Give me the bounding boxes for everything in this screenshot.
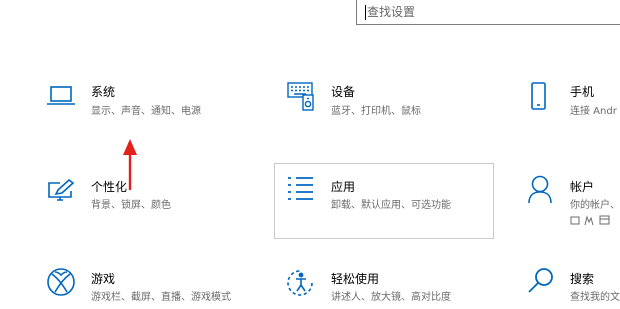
tile-apps[interactable]: 应用 卸载、默认应用、可选功能 — [274, 163, 494, 239]
account-icon — [527, 175, 553, 209]
ease-of-access-icon — [286, 268, 316, 302]
tile-description: 连接 Andr — [570, 106, 617, 117]
tile-description: 你的帐户、 — [570, 200, 620, 211]
tile-title: 系统 — [91, 85, 116, 99]
laptop-icon — [46, 84, 76, 112]
annotation-arrow — [118, 138, 142, 198]
search-icon — [526, 266, 556, 300]
tile-description: 卸载、默认应用、可选功能 — [331, 200, 451, 211]
tile-description: 讲述人、放大镜、高对比度 — [331, 292, 451, 303]
tile-accounts[interactable]: 帐户 你的帐户、 — [514, 168, 620, 228]
search-input[interactable] — [367, 2, 607, 22]
personalization-icon — [46, 178, 76, 209]
apps-list-icon — [287, 176, 315, 206]
tile-description: 查找我的文 — [570, 292, 620, 303]
tile-extra-icons — [570, 211, 620, 230]
tile-description: 游戏栏、截屏、直播、游戏模式 — [91, 292, 231, 303]
tile-title: 搜索 — [570, 272, 595, 286]
devices-icon — [286, 81, 316, 115]
text-caret — [365, 5, 366, 20]
tile-ease-of-access[interactable]: 轻松使用 讲述人、放大镜、高对比度 — [272, 263, 494, 309]
tile-search[interactable]: 搜索 查找我的文 — [514, 263, 620, 309]
tile-description: 背景、锁屏、颜色 — [91, 200, 171, 211]
tile-phone[interactable]: 手机 连接 Andr — [514, 72, 620, 132]
tile-title: 手机 — [570, 85, 595, 99]
tile-title: 游戏 — [91, 272, 116, 286]
tile-title: 帐户 — [570, 180, 595, 194]
tile-system[interactable]: 系统 显示、声音、通知、电源 — [30, 72, 250, 132]
search-box[interactable] — [356, 0, 620, 25]
tile-title: 应用 — [331, 180, 356, 194]
phone-icon — [530, 81, 548, 115]
tile-gaming[interactable]: 游戏 游戏栏、截屏、直播、游戏模式 — [30, 263, 250, 309]
tile-devices[interactable]: 设备 蓝牙、打印机、鼠标 — [272, 72, 494, 132]
tile-title: 轻松使用 — [331, 272, 380, 286]
tile-description: 显示、声音、通知、电源 — [91, 106, 201, 117]
tile-description: 蓝牙、打印机、鼠标 — [331, 106, 421, 117]
tile-title: 设备 — [331, 85, 356, 99]
xbox-icon — [46, 267, 76, 301]
